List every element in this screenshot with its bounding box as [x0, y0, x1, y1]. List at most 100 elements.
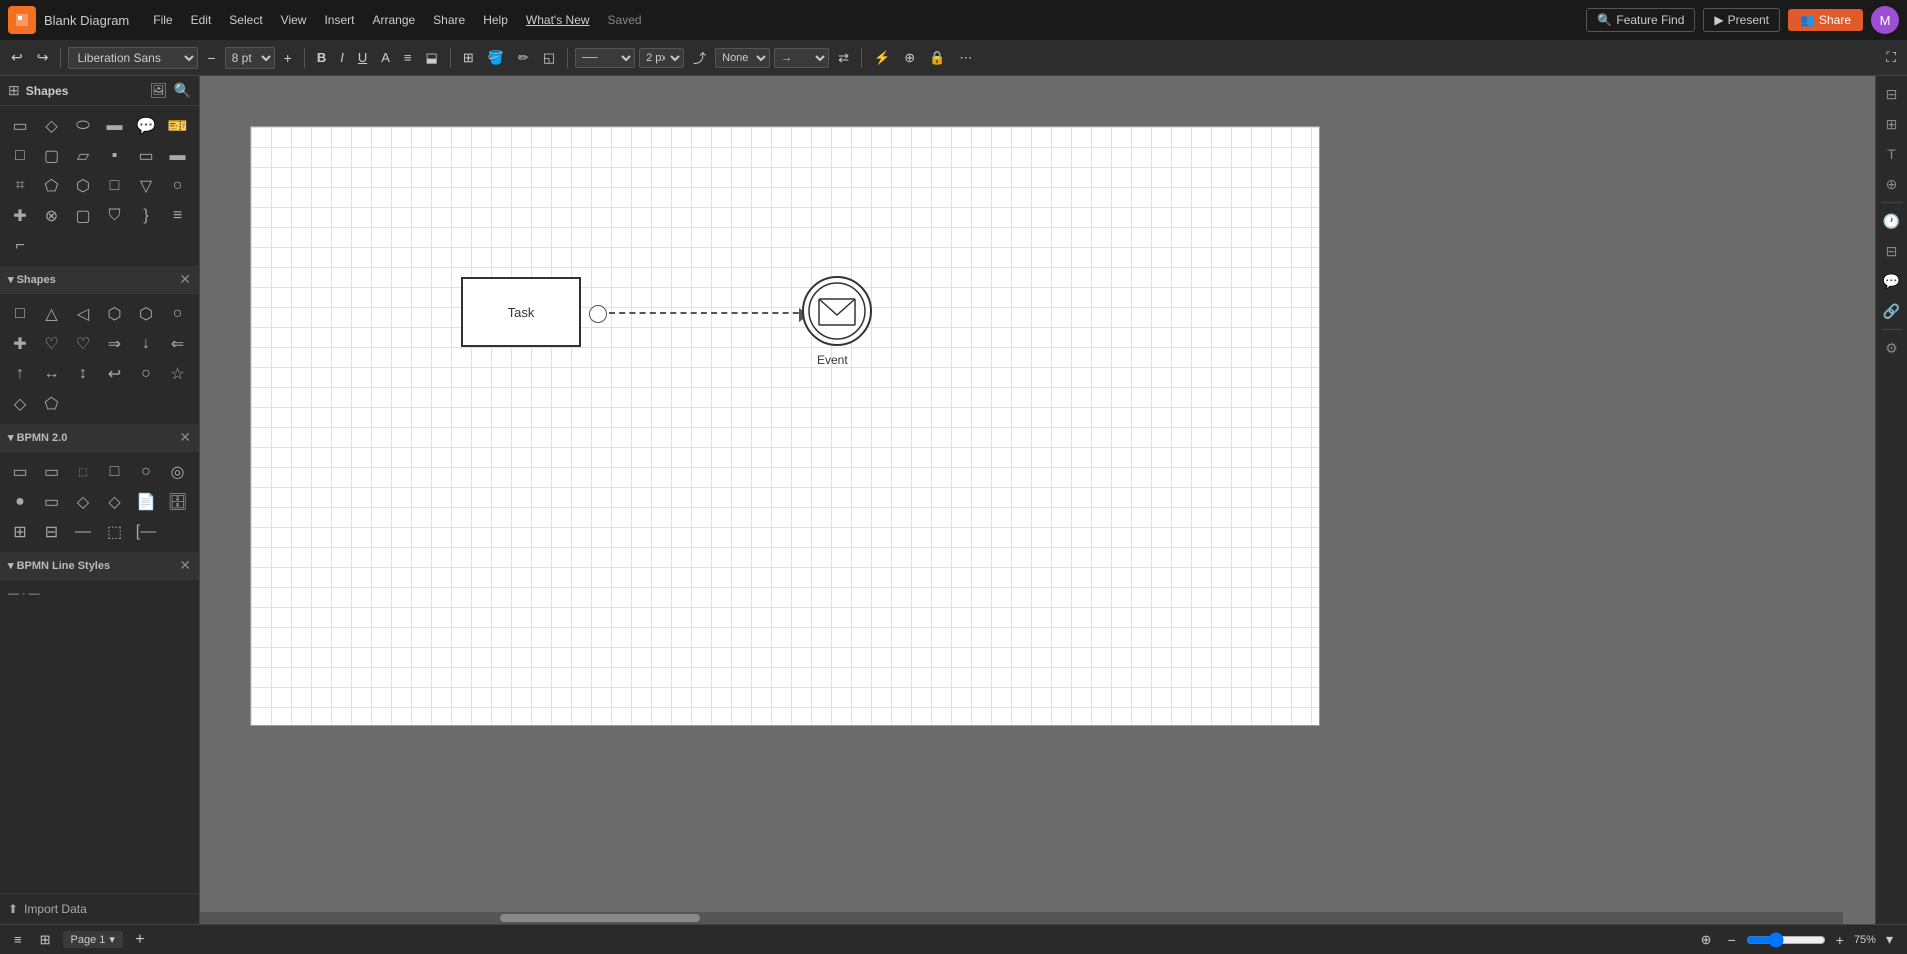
- s-circle2[interactable]: ○: [132, 360, 160, 388]
- feature-find-button[interactable]: 🔍 Feature Find: [1586, 8, 1695, 32]
- s-arrow-l[interactable]: ⇐: [164, 330, 192, 358]
- underline-button[interactable]: U: [353, 47, 372, 68]
- font-size-decrease[interactable]: −: [202, 47, 220, 69]
- menu-share[interactable]: Share: [425, 9, 473, 31]
- s-arrow-u[interactable]: ↑: [6, 360, 34, 388]
- list-view-btn[interactable]: ≡: [8, 930, 28, 949]
- menu-edit[interactable]: Edit: [183, 9, 220, 31]
- canvas-scrollbar[interactable]: [200, 912, 1843, 924]
- add-page-button[interactable]: +: [129, 929, 151, 951]
- s-arrow-ud[interactable]: ↕: [69, 360, 97, 388]
- redo-button[interactable]: ↪: [32, 46, 54, 69]
- more-btn[interactable]: ⋯: [954, 47, 977, 69]
- bpmn-doc[interactable]: 📄: [132, 488, 160, 516]
- shape-tri-down[interactable]: ▽: [132, 172, 160, 200]
- line-width-select[interactable]: 2 px 1 px 3 px: [639, 48, 684, 68]
- align-button[interactable]: ≡: [399, 47, 417, 68]
- font-family-select[interactable]: Liberation Sans: [68, 47, 198, 69]
- canvas-area[interactable]: Task: [200, 76, 1875, 924]
- bpmn-dashed[interactable]: ⬚: [69, 458, 97, 486]
- event-shape[interactable]: [801, 275, 873, 347]
- fit-page-btn[interactable]: ⊕: [1695, 930, 1718, 950]
- share-button[interactable]: 👥 Share: [1788, 9, 1863, 31]
- s-arrow-lr[interactable]: ↔: [38, 360, 66, 388]
- shape-rect2[interactable]: ▬: [101, 112, 129, 140]
- user-avatar[interactable]: M: [1871, 6, 1899, 34]
- shape-diamond[interactable]: ◇: [38, 112, 66, 140]
- shape-sq4[interactable]: ▢: [69, 202, 97, 230]
- bpmn-box[interactable]: ⬚: [101, 518, 129, 546]
- arrow-start-select[interactable]: None Arrow: [715, 48, 770, 68]
- s-star[interactable]: ☆: [164, 360, 192, 388]
- s-hex[interactable]: ⬡: [101, 300, 129, 328]
- lightning-btn[interactable]: ⚡: [869, 47, 895, 69]
- table-button[interactable]: ⊞: [458, 47, 479, 69]
- shape-rect[interactable]: ▭: [6, 112, 34, 140]
- menu-help[interactable]: Help: [475, 9, 516, 31]
- line-color-button[interactable]: ✏: [513, 47, 534, 69]
- menu-select[interactable]: Select: [221, 9, 270, 31]
- bpmn-diamond[interactable]: ◇: [69, 488, 97, 516]
- shape-equals[interactable]: ≡: [164, 202, 192, 230]
- bpmn-line[interactable]: —: [69, 518, 97, 546]
- menu-whats-new[interactable]: What's New: [518, 9, 598, 31]
- shape-sq[interactable]: □: [6, 142, 34, 170]
- menu-file[interactable]: File: [145, 9, 180, 31]
- bpmn-table[interactable]: ⊞: [6, 518, 34, 546]
- font-color-button[interactable]: A: [376, 47, 395, 68]
- bold-button[interactable]: B: [312, 47, 331, 68]
- shapes-section-close[interactable]: ✕: [179, 271, 191, 288]
- bpmn-event-start[interactable]: ●: [6, 488, 34, 516]
- s-arrow-back[interactable]: ↩: [101, 360, 129, 388]
- s-heart[interactable]: ♡: [38, 330, 66, 358]
- shadow-button[interactable]: ◱: [538, 47, 560, 69]
- shape-x[interactable]: ⊗: [38, 202, 66, 230]
- bpmn-circle[interactable]: ○: [132, 458, 160, 486]
- bpmn-section-header[interactable]: ▾ BPMN 2.0 ✕: [0, 424, 199, 452]
- shape-parallelogram[interactable]: ▱: [69, 142, 97, 170]
- shape-circle[interactable]: ○: [164, 172, 192, 200]
- shape-hex[interactable]: ⬡: [69, 172, 97, 200]
- import-data-button[interactable]: ⬆ Import Data: [0, 893, 199, 924]
- arrow-end-select[interactable]: → ← ↔: [774, 48, 829, 68]
- s-dia[interactable]: ⬡: [132, 300, 160, 328]
- s-arrow-r[interactable]: ⇒: [101, 330, 129, 358]
- s-diamond2[interactable]: ◇: [6, 390, 34, 418]
- more-panel-btn[interactable]: ⚙: [1878, 334, 1906, 362]
- fill-color-button[interactable]: 🪣: [483, 47, 509, 69]
- bpmn-table2[interactable]: ⊟: [38, 518, 66, 546]
- zoom-out-btn[interactable]: −: [1722, 930, 1742, 950]
- shape-capsule[interactable]: ⬭: [69, 112, 97, 140]
- shapes-section-header[interactable]: ▾ Shapes ✕: [0, 266, 199, 294]
- bpmn-data-store[interactable]: 🗄: [164, 488, 192, 516]
- shape-callout[interactable]: 💬: [132, 112, 160, 140]
- shape-round-sq[interactable]: ▢: [38, 142, 66, 170]
- s-heart2[interactable]: ♡: [69, 330, 97, 358]
- grid-view-btn[interactable]: ⊞: [34, 930, 57, 950]
- s-rect[interactable]: □: [6, 300, 34, 328]
- fullscreen-btn[interactable]: ⛶: [1881, 46, 1901, 69]
- shape-pent[interactable]: ⬠: [38, 172, 66, 200]
- valign-button[interactable]: ⬓: [421, 47, 443, 69]
- s-tri[interactable]: △: [38, 300, 66, 328]
- zoom-in-btn[interactable]: +: [1830, 930, 1850, 950]
- task-shape[interactable]: Task: [461, 277, 581, 347]
- bpmn-double-circle[interactable]: ◎: [164, 458, 192, 486]
- format-btn[interactable]: ⊕: [899, 47, 920, 69]
- reverse-arrow-btn[interactable]: ⇄: [833, 47, 854, 69]
- search-icon[interactable]: 🔍: [174, 82, 191, 99]
- bpmn-lines-section-header[interactable]: ▾ BPMN Line Styles ✕: [0, 552, 199, 580]
- undo-button[interactable]: ↩: [6, 46, 28, 69]
- image-icon[interactable]: 🖼: [150, 82, 168, 99]
- menu-arrange[interactable]: Arrange: [364, 9, 423, 31]
- s-rtri[interactable]: ◁: [69, 300, 97, 328]
- present-button[interactable]: ▶ Present: [1703, 8, 1780, 32]
- lock-btn[interactable]: 🔒: [924, 47, 950, 69]
- s-arrow-d[interactable]: ↓: [132, 330, 160, 358]
- page-1-tab[interactable]: Page 1 ▾: [63, 931, 123, 948]
- bpmn-section-close[interactable]: ✕: [179, 429, 191, 446]
- shape-plus[interactable]: ✚: [6, 202, 34, 230]
- line-style-select[interactable]: ── - - ···: [575, 48, 635, 68]
- text-panel-btn[interactable]: T: [1878, 140, 1906, 168]
- menu-view[interactable]: View: [273, 9, 315, 31]
